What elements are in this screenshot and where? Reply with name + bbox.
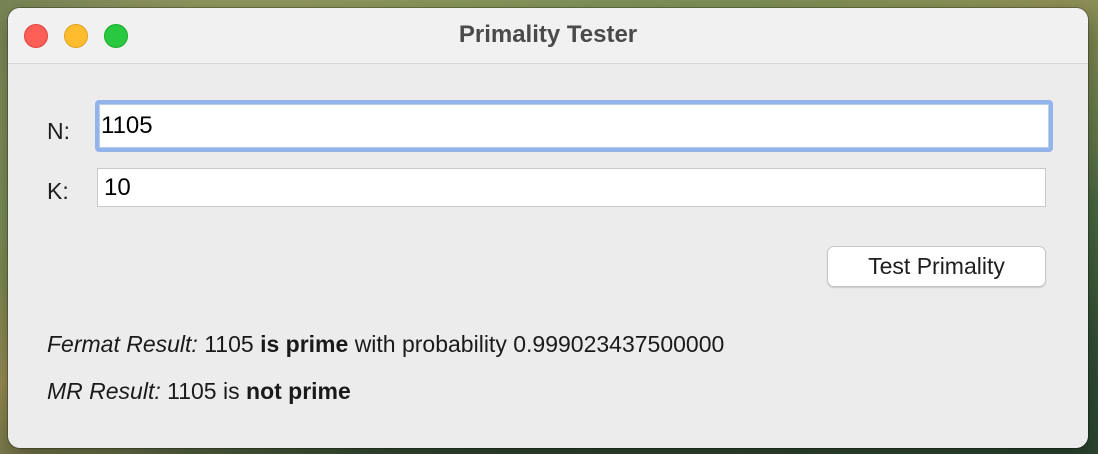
app-window: Primality Tester N: K: Test Primality Fe…: [8, 8, 1088, 448]
fermat-probability-text: with probability: [354, 331, 507, 357]
k-label: K:: [47, 178, 69, 204]
fermat-result-number: 1105: [204, 331, 254, 357]
title-bar: Primality Tester: [8, 8, 1088, 64]
fermat-result: Fermat Result: 1105 is prime with probab…: [47, 331, 724, 358]
n-input[interactable]: [95, 100, 1053, 152]
k-input[interactable]: [97, 168, 1046, 207]
mr-result-verdict: not prime: [246, 378, 351, 404]
fermat-probability-value: 0.999023437500000: [513, 331, 725, 357]
mr-result-label: MR Result:: [47, 378, 161, 404]
test-primality-button[interactable]: Test Primality: [827, 246, 1046, 287]
fermat-result-label: Fermat Result:: [47, 331, 198, 357]
fermat-result-verdict: is prime: [260, 331, 349, 357]
mr-result: MR Result: 1105 is not prime: [47, 378, 351, 405]
mr-result-number: 1105: [167, 378, 217, 404]
mr-result-connector: is: [223, 378, 240, 404]
window-title: Primality Tester: [458, 21, 638, 48]
n-label: N:: [47, 118, 70, 144]
